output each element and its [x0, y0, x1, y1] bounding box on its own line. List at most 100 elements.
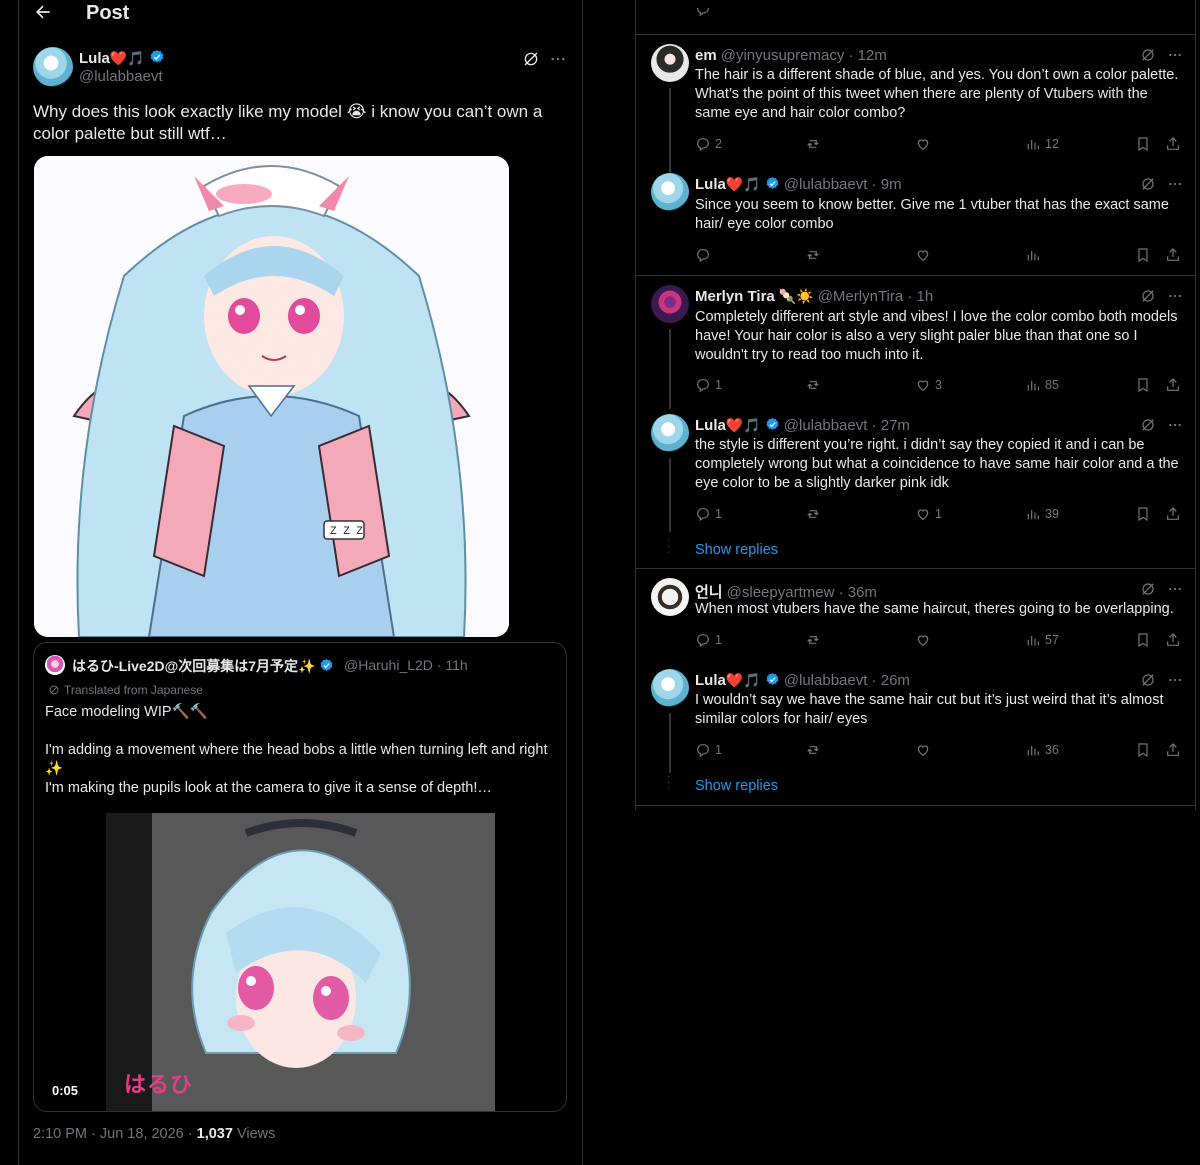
music-note-emoji: 🎵 — [743, 417, 761, 433]
repost-icon[interactable] — [805, 136, 821, 152]
reply-icon[interactable] — [695, 632, 711, 648]
share-icon[interactable] — [1165, 377, 1181, 393]
like-count: 3 — [935, 378, 942, 392]
more-options-icon[interactable] — [1167, 672, 1183, 688]
quote-author-handle: @Haruhi_L2D · 11h — [344, 657, 468, 673]
reply-author[interactable]: Merlyn Tira — [695, 288, 775, 305]
more-options-icon[interactable] — [1167, 417, 1183, 433]
repost-icon[interactable] — [805, 742, 821, 758]
avatar[interactable] — [651, 578, 689, 616]
reply-5[interactable]: Lula❤️🎵 @lulabbaevt · 26m I wouldn’t say… — [635, 669, 1195, 773]
reply-icon[interactable] — [695, 377, 711, 393]
reply-text: I wouldn’t say we have the same hair cut… — [695, 692, 1164, 727]
reply-handle[interactable]: @lulabbaevt · 9m — [784, 176, 902, 193]
like-icon[interactable] — [915, 377, 931, 393]
author-handle[interactable]: @lulabbaevt — [79, 68, 163, 85]
grok-icon[interactable] — [1140, 176, 1156, 192]
like-icon[interactable] — [915, 247, 931, 263]
bookmark-icon[interactable] — [1135, 742, 1151, 758]
avatar[interactable] — [33, 47, 73, 87]
reply-3[interactable]: Lula❤️🎵 @lulabbaevt · 27m the style is d… — [635, 414, 1195, 532]
views-icon[interactable] — [1025, 506, 1041, 522]
views-icon[interactable] — [1025, 136, 1041, 152]
like-count: 1 — [935, 507, 942, 521]
bookmark-icon[interactable] — [1135, 632, 1151, 648]
views-icon[interactable] — [1025, 377, 1041, 393]
action-bar: 1 57 — [695, 631, 1185, 649]
video-duration: 0:05 — [52, 1083, 79, 1098]
reply-handle[interactable]: @sleepyartmew · 36m — [727, 584, 877, 601]
avatar[interactable] — [651, 285, 689, 323]
grok-icon[interactable] — [1140, 47, 1156, 63]
share-icon[interactable] — [1165, 742, 1181, 758]
heart-emoji: ❤️ — [725, 672, 744, 688]
repost-icon[interactable] — [805, 632, 821, 648]
author-name[interactable]: Lula❤️🎵 — [79, 49, 165, 68]
reply-author[interactable]: em — [695, 47, 717, 64]
more-options-icon[interactable] — [1167, 47, 1183, 63]
grok-icon[interactable] — [1140, 672, 1156, 688]
repost-icon[interactable] — [805, 377, 821, 393]
reply-author[interactable]: Lula — [695, 672, 726, 689]
views-icon[interactable] — [1025, 632, 1041, 648]
grok-icon[interactable] — [1140, 417, 1156, 433]
repost-icon[interactable] — [805, 506, 821, 522]
quote-video[interactable]: はるひ — [106, 813, 495, 1111]
avatar[interactable] — [651, 173, 689, 211]
reply-icon[interactable] — [695, 247, 711, 263]
bookmark-icon[interactable] — [1135, 136, 1151, 152]
more-options-icon[interactable] — [1167, 288, 1183, 304]
more-options-icon[interactable] — [1167, 176, 1183, 192]
post-date: 2:10 PM · Jun 18, 2026 · — [33, 1126, 197, 1142]
reply-author[interactable]: 언니 — [695, 584, 723, 601]
avatar[interactable] — [651, 669, 689, 707]
views-icon[interactable] — [1025, 742, 1041, 758]
bookmark-icon[interactable] — [1135, 247, 1151, 263]
bookmark-icon[interactable] — [1135, 377, 1151, 393]
bookmark-icon[interactable] — [1135, 506, 1151, 522]
heart-emoji: ❤️ — [109, 50, 128, 66]
reply-handle[interactable]: @MerlynTira · 1h — [818, 288, 934, 305]
reply-icon[interactable] — [695, 742, 711, 758]
views-icon[interactable] — [1025, 247, 1041, 263]
reply-icon[interactable] — [695, 8, 711, 17]
grok-icon[interactable] — [1140, 288, 1156, 304]
quoted-post[interactable]: はるひ-Live2D@次回募集は7月予定✨ @Haruhi_L2D · 11h … — [33, 642, 567, 1112]
thread-line — [669, 88, 671, 178]
reply-author[interactable]: Lula — [695, 176, 726, 193]
share-icon[interactable] — [1165, 506, 1181, 522]
like-icon[interactable] — [915, 136, 931, 152]
avatar[interactable] — [651, 44, 689, 82]
post-image[interactable]: Z Z Z — [34, 156, 509, 637]
post-text: Why does this look exactly like my model… — [33, 102, 543, 143]
like-icon[interactable] — [915, 506, 931, 522]
views-label: Views — [232, 1126, 276, 1142]
more-options-icon[interactable] — [549, 50, 567, 68]
reply-handle[interactable]: @lulabbaevt · 27m — [784, 417, 910, 434]
reply-icon[interactable] — [695, 506, 711, 522]
share-icon[interactable] — [1165, 136, 1181, 152]
views-count: 1,037 — [196, 1126, 233, 1142]
reply-text: The hair is a different shade of blue, a… — [695, 67, 1179, 121]
grok-icon[interactable] — [522, 50, 540, 68]
repost-icon[interactable] — [805, 247, 821, 263]
reply-handle[interactable]: @lulabbaevt · 26m — [784, 672, 910, 689]
back-arrow-icon[interactable] — [33, 2, 53, 22]
show-replies-link[interactable]: Show replies — [695, 542, 778, 558]
reply-author[interactable]: Lula — [695, 417, 726, 434]
reply-text: When most vtubers have the same haircut,… — [695, 601, 1174, 617]
reply-1[interactable]: Lula❤️🎵 @lulabbaevt · 9m Since you seem … — [635, 173, 1195, 253]
like-icon[interactable] — [915, 632, 931, 648]
share-icon[interactable] — [1165, 247, 1181, 263]
grok-icon[interactable] — [1140, 581, 1156, 597]
divider — [635, 275, 1195, 276]
more-options-icon[interactable] — [1167, 581, 1183, 597]
avatar[interactable] — [651, 414, 689, 452]
show-replies-link[interactable]: Show replies — [695, 778, 778, 794]
like-icon[interactable] — [915, 742, 931, 758]
reply-handle[interactable]: @yinyusupremacy · 12m — [721, 47, 887, 64]
reply-2[interactable]: Merlyn Tira 🍡☀️ @MerlynTira · 1h Complet… — [635, 285, 1195, 409]
reply-4[interactable]: 언니 @sleepyartmew · 36m When most vtubers… — [635, 578, 1195, 638]
share-icon[interactable] — [1165, 632, 1181, 648]
reply-icon[interactable] — [695, 136, 711, 152]
